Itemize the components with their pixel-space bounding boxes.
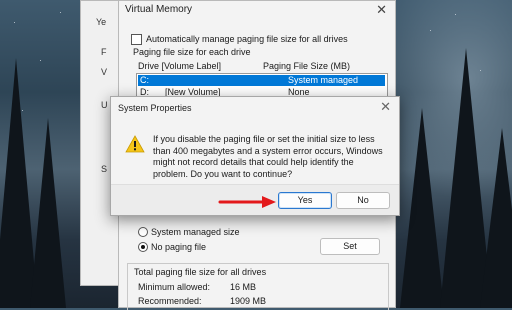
no-button[interactable]: No — [336, 192, 390, 209]
recommended-value: 1909 MB — [230, 296, 267, 306]
drive-letter: C: — [140, 75, 149, 85]
totals-label: Total paging file size for all drives — [134, 267, 267, 277]
auto-manage-label[interactable]: Automatically manage paging file size fo… — [146, 34, 348, 44]
annotation-arrow-icon — [218, 196, 276, 208]
close-icon[interactable]: ✕ — [380, 99, 391, 115]
set-button[interactable]: Set — [320, 238, 380, 255]
window-title: Virtual Memory — [125, 4, 193, 15]
column-header-size: Paging File Size (MB) — [263, 61, 351, 71]
tree-silhouette — [400, 108, 444, 308]
star — [60, 12, 61, 13]
no-paging-label[interactable]: No paging file — [151, 242, 206, 252]
close-icon[interactable]: ✕ — [376, 2, 387, 18]
column-header-drive: Drive [Volume Label] — [138, 61, 222, 71]
star — [455, 14, 456, 15]
minimum-value: 16 MB — [230, 282, 257, 292]
star — [40, 60, 41, 61]
paging-group-label: Paging file size for each drive — [133, 47, 251, 57]
auto-manage-checkbox[interactable] — [131, 34, 142, 45]
no-paging-radio[interactable] — [138, 242, 148, 252]
back-window-text: Ye — [96, 17, 107, 27]
drive-row-c[interactable]: C: System managed — [138, 75, 385, 86]
warning-icon — [125, 135, 145, 153]
back-window-text: F — [101, 47, 107, 57]
dialog-message: If you disable the paging file or set th… — [153, 134, 383, 179]
tree-silhouette — [30, 118, 66, 308]
system-managed-radio[interactable] — [138, 227, 148, 237]
star — [14, 22, 15, 23]
drive-paging-size: System managed — [288, 75, 359, 85]
back-window-text: S — [101, 164, 108, 174]
tree-silhouette — [480, 128, 512, 308]
system-managed-label[interactable]: System managed size — [151, 227, 240, 237]
recommended-label: Recommended: — [138, 296, 202, 306]
back-window-text: U — [101, 100, 108, 110]
minimum-label: Minimum allowed: — [138, 282, 211, 292]
dialog-title: System Properties — [118, 103, 192, 113]
back-window-text: V — [101, 67, 108, 77]
yes-button[interactable]: Yes — [278, 192, 332, 209]
star — [430, 30, 431, 31]
